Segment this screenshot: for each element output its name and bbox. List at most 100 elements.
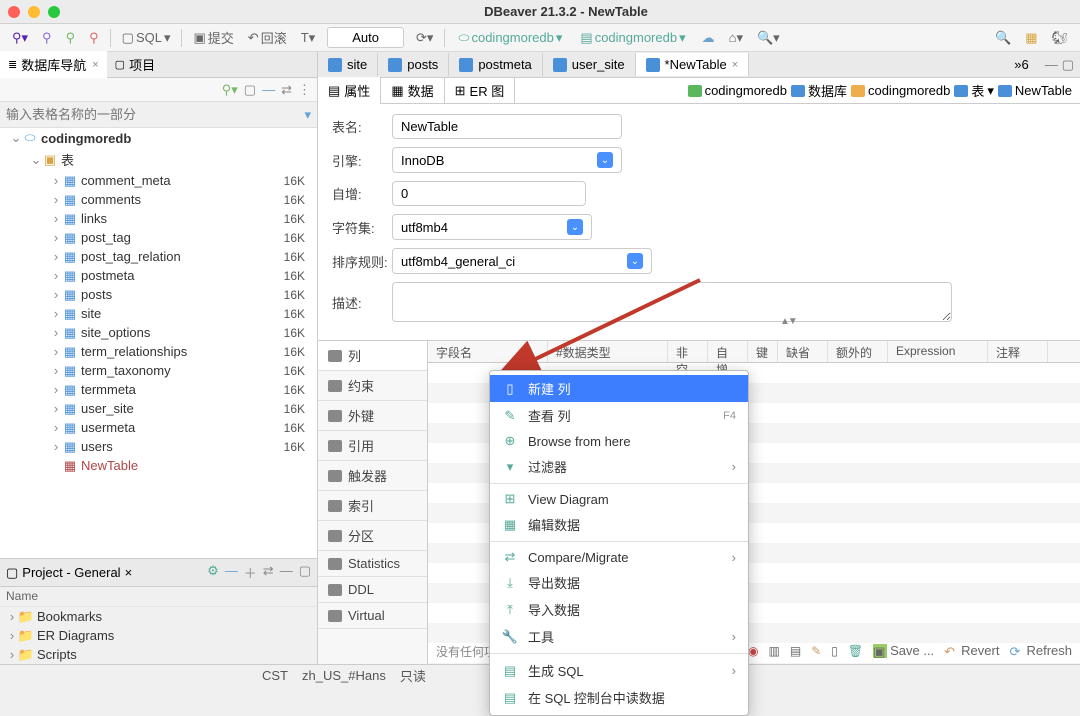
- crumb-table[interactable]: NewTable: [998, 83, 1072, 98]
- structure-tab[interactable]: 外键: [318, 401, 427, 431]
- grid-column-header[interactable]: #数据类型: [548, 341, 668, 362]
- link-mini-icon[interactable]: ⇄: [281, 82, 292, 98]
- max-panel-icon[interactable]: ▢: [299, 563, 311, 582]
- maximize-panel-icon[interactable]: ▢: [1062, 57, 1074, 73]
- menu-icon[interactable]: ▯: [831, 644, 838, 658]
- perspective-icon[interactable]: ▦: [1019, 28, 1043, 48]
- grid-column-header[interactable]: 非空: [668, 341, 708, 362]
- gear-icon[interactable]: ⚙: [207, 563, 219, 582]
- home-icon[interactable]: ⌂▾: [723, 28, 749, 48]
- crumb-folder[interactable]: 数据库: [791, 81, 847, 100]
- grid-column-header[interactable]: 注释: [988, 341, 1048, 362]
- tree-table-item[interactable]: ›▦comments16K: [0, 190, 317, 209]
- maximize-window-icon[interactable]: [48, 6, 60, 18]
- tree-table-item[interactable]: ›▦post_tag_relation16K: [0, 247, 317, 266]
- menu-browse[interactable]: ⊕Browse from here: [490, 429, 748, 453]
- menu-filter[interactable]: ▾过滤器›: [490, 453, 748, 480]
- cloud-icon[interactable]: ☁: [696, 28, 721, 48]
- revert-button[interactable]: ↶Revert: [944, 643, 999, 658]
- min-panel-icon[interactable]: —: [280, 563, 293, 582]
- desc-input[interactable]: [392, 282, 952, 322]
- commit-button[interactable]: ▣提交: [187, 26, 239, 49]
- tree-tables-node[interactable]: ⌄▣表: [0, 148, 317, 171]
- tree-db-root[interactable]: ⌄⬭codingmoredb: [0, 128, 317, 148]
- minus-icon[interactable]: —: [225, 563, 238, 582]
- project-item[interactable]: ›📁Bookmarks: [0, 607, 317, 626]
- filter-icon[interactable]: [304, 107, 311, 123]
- crumb-db1[interactable]: codingmoredb: [688, 83, 787, 98]
- structure-tab[interactable]: Virtual: [318, 603, 427, 629]
- tx-icon[interactable]: T▾: [295, 28, 321, 48]
- structure-tab[interactable]: 引用: [318, 431, 427, 461]
- plug2-icon[interactable]: ⚲: [60, 28, 82, 48]
- close-window-icon[interactable]: [8, 6, 20, 18]
- tree-new-table[interactable]: ▦NewTable: [0, 456, 317, 475]
- search-global-icon[interactable]: 🔍: [989, 28, 1017, 48]
- tree-table-item[interactable]: ›▦usermeta16K: [0, 418, 317, 437]
- structure-tab[interactable]: 约束: [318, 371, 427, 401]
- menu-view-diagram[interactable]: ⊞View Diagram: [490, 487, 748, 511]
- minimize-window-icon[interactable]: [28, 6, 40, 18]
- tree-table-item[interactable]: ›▦user_site16K: [0, 399, 317, 418]
- menu-tools[interactable]: 🔧工具›: [490, 623, 748, 650]
- grid-column-header[interactable]: 自增: [708, 341, 748, 362]
- tree-table-item[interactable]: ›▦links16K: [0, 209, 317, 228]
- grid-column-header[interactable]: 缺省: [778, 341, 828, 362]
- close-icon[interactable]: ×: [732, 59, 738, 71]
- editor-tab[interactable]: postmeta: [449, 53, 542, 76]
- menu-compare[interactable]: ⇄Compare/Migrate›: [490, 545, 748, 569]
- layout2-icon[interactable]: ▤: [790, 644, 801, 658]
- collation-select[interactable]: utf8mb4_general_ci⌄: [392, 248, 652, 274]
- menu-read-sql[interactable]: ▤在 SQL 控制台中读数据: [490, 684, 748, 711]
- tab-project[interactable]: ▢项目: [107, 51, 163, 78]
- dash-mini-icon[interactable]: —: [262, 82, 275, 97]
- editor-tab[interactable]: posts: [378, 53, 449, 76]
- layout1-icon[interactable]: ▥: [769, 644, 780, 658]
- tree-table-item[interactable]: ›▦site_options16K: [0, 323, 317, 342]
- record-icon[interactable]: ◉: [748, 644, 758, 658]
- structure-tab[interactable]: 索引: [318, 491, 427, 521]
- save-button[interactable]: ▣Save ...: [873, 643, 934, 658]
- structure-tab[interactable]: 列: [318, 341, 427, 371]
- plus-icon[interactable]: ＋: [244, 563, 257, 582]
- autoinc-input[interactable]: [392, 181, 586, 206]
- menu-new-column[interactable]: ▯新建 列: [490, 375, 748, 402]
- subtab-er[interactable]: ⊞ER 图: [445, 77, 516, 104]
- menu-mini-icon[interactable]: ⋮: [298, 82, 311, 98]
- db-crumb-1[interactable]: ⬭ codingmoredb ▾: [452, 28, 568, 48]
- structure-tab[interactable]: 分区: [318, 521, 427, 551]
- minimize-panel-icon[interactable]: —: [1045, 57, 1058, 73]
- tree-table-item[interactable]: ›▦term_taxonomy16K: [0, 361, 317, 380]
- grid-column-header[interactable]: 字段名: [428, 341, 548, 362]
- collapse-icon[interactable]: ▲▼: [780, 316, 796, 327]
- structure-tab[interactable]: Statistics: [318, 551, 427, 577]
- engine-select[interactable]: InnoDB⌄: [392, 147, 622, 173]
- sql-button[interactable]: ▢SQL▾: [116, 28, 177, 48]
- db-crumb-2[interactable]: ▤ codingmoredb ▾: [574, 28, 691, 48]
- link2-icon[interactable]: ⇄: [263, 563, 274, 582]
- connect-mini-icon[interactable]: ⚲▾: [222, 82, 238, 98]
- new-connection-icon[interactable]: ⚲▾: [6, 28, 34, 48]
- plug3-icon[interactable]: ⚲: [83, 28, 105, 48]
- overflow-tab[interactable]: »6: [1004, 53, 1038, 76]
- tree-table-item[interactable]: ›▦termmeta16K: [0, 380, 317, 399]
- tree-table-item[interactable]: ›▦users16K: [0, 437, 317, 456]
- tree-table-item[interactable]: ›▦posts16K: [0, 285, 317, 304]
- charset-select[interactable]: utf8mb4⌄: [392, 214, 592, 240]
- history-icon[interactable]: ⟳▾: [410, 28, 439, 48]
- rollback-button[interactable]: ↶回滚: [242, 26, 293, 49]
- refresh-button[interactable]: ⟳Refresh: [1009, 643, 1072, 658]
- crumb-tables[interactable]: 表▾: [954, 81, 994, 100]
- table-name-input[interactable]: [392, 114, 622, 139]
- project-item[interactable]: ›📁Scripts: [0, 645, 317, 664]
- grid-column-header[interactable]: Expression: [888, 341, 988, 362]
- menu-gen-sql[interactable]: ▤生成 SQL›: [490, 657, 748, 684]
- edit-icon[interactable]: ✎: [811, 644, 821, 658]
- menu-import[interactable]: ⤒导入数据: [490, 596, 748, 623]
- menu-view-column[interactable]: ✎查看 列F4: [490, 402, 748, 429]
- search-tb-icon[interactable]: 🔍▾: [751, 28, 786, 48]
- tx-mode-select[interactable]: Auto: [327, 27, 404, 48]
- plug-icon[interactable]: ⚲: [36, 28, 58, 48]
- avatar-icon[interactable]: 🐿: [1045, 28, 1074, 48]
- tree-table-item[interactable]: ›▦site16K: [0, 304, 317, 323]
